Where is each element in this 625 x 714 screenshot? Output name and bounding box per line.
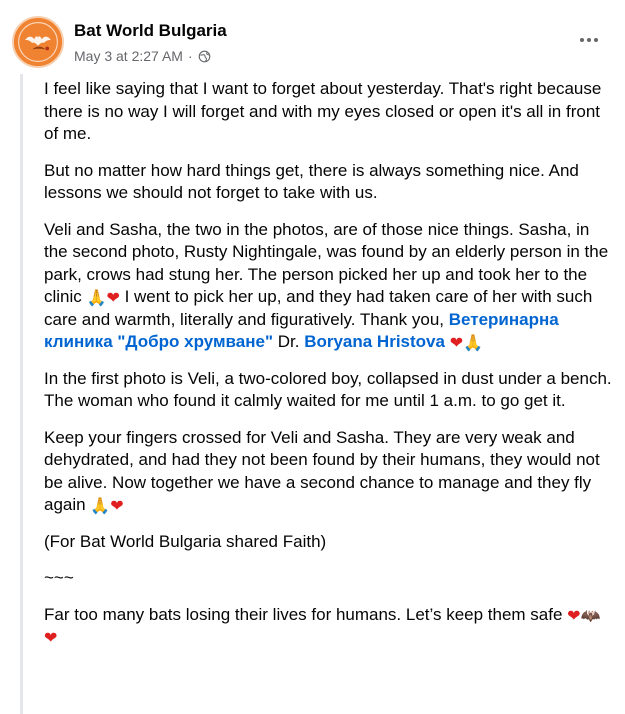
- globe-icon[interactable]: [198, 50, 211, 63]
- heart-emoji-icon: ❤: [106, 288, 120, 307]
- more-options-icon[interactable]: [573, 32, 605, 48]
- post-paragraph-8: Far too many bats losing their lives for…: [44, 604, 612, 649]
- post-paragraph-3: Veli and Sasha, the two in the photos, a…: [44, 219, 612, 354]
- heart-emoji-icon: ❤: [110, 496, 124, 515]
- page-avatar[interactable]: [12, 16, 64, 68]
- heart-emoji-icon: ❤: [449, 333, 464, 352]
- post-paragraph-6: (For Bat World Bulgaria shared Faith): [44, 531, 327, 551]
- quote-divider: [20, 74, 23, 714]
- post-paragraph-7: ~~~: [44, 568, 74, 587]
- bat-logo-icon: [14, 18, 62, 66]
- post-timestamp[interactable]: May 3 at 2:27 AM: [74, 48, 183, 64]
- post-body: I feel like saying that I want to forget…: [44, 78, 612, 663]
- more-dot: [580, 38, 584, 42]
- doctor-profile-link[interactable]: Boryana Hristova: [304, 332, 445, 351]
- page-name-link[interactable]: Bat World Bulgaria: [74, 21, 227, 41]
- praying-hands-emoji-icon: 🙏: [90, 496, 111, 515]
- more-dot: [587, 38, 591, 42]
- praying-hands-emoji-icon: 🙏: [463, 333, 484, 352]
- bat-emoji-icon: 🦇: [580, 605, 601, 625]
- facebook-post: Bat World Bulgaria May 3 at 2:27 AM · I …: [0, 0, 625, 714]
- post-paragraph-1: I feel like saying that I want to forget…: [44, 79, 602, 143]
- heart-emoji-icon: ❤: [567, 605, 581, 625]
- more-dot: [594, 38, 598, 42]
- post-paragraph-5: Keep your fingers crossed for Veli and S…: [44, 427, 612, 517]
- post-meta: May 3 at 2:27 AM ·: [74, 48, 211, 64]
- paragraph-3-text-c: Dr.: [273, 332, 305, 351]
- post-header: Bat World Bulgaria May 3 at 2:27 AM ·: [12, 12, 613, 72]
- praying-hands-emoji-icon: 🙏: [86, 288, 107, 307]
- post-paragraph-4: In the first photo is Veli, a two-colore…: [44, 368, 612, 411]
- paragraph-5-text: Keep your fingers crossed for Veli and S…: [44, 427, 600, 515]
- paragraph-8-text: Far too many bats losing their lives for…: [44, 604, 568, 624]
- post-paragraph-2: But no matter how hard things get, there…: [44, 160, 579, 203]
- meta-separator: ·: [187, 48, 193, 64]
- heart-emoji-icon: ❤: [44, 628, 58, 647]
